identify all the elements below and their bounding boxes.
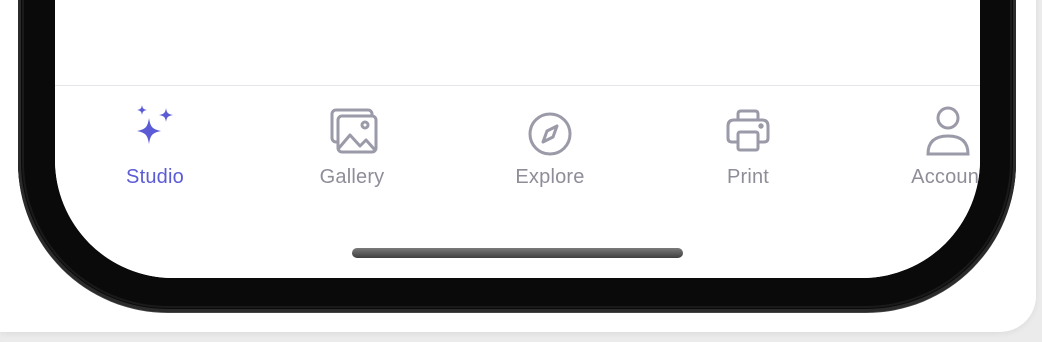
tab-label: Explore [515, 166, 585, 188]
compass-icon [520, 104, 580, 160]
tab-label: Gallery [319, 166, 385, 188]
tab-label: Account [911, 166, 980, 188]
tab-account[interactable]: Account [878, 104, 980, 194]
home-indicator[interactable] [352, 248, 683, 258]
printer-icon [718, 104, 778, 160]
person-icon [918, 104, 978, 160]
tab-studio[interactable]: Studio [85, 104, 225, 194]
tab-label: Studio [126, 166, 184, 188]
sparkles-icon [125, 104, 185, 160]
tab-explore[interactable]: Explore [480, 104, 620, 194]
tab-print[interactable]: Print [678, 104, 818, 194]
photo-gallery-icon [322, 104, 382, 160]
tab-label: Print [726, 166, 770, 188]
phone-screen: Studio Gallery Explore Print Account [55, 0, 980, 278]
tab-gallery[interactable]: Gallery [282, 104, 422, 194]
